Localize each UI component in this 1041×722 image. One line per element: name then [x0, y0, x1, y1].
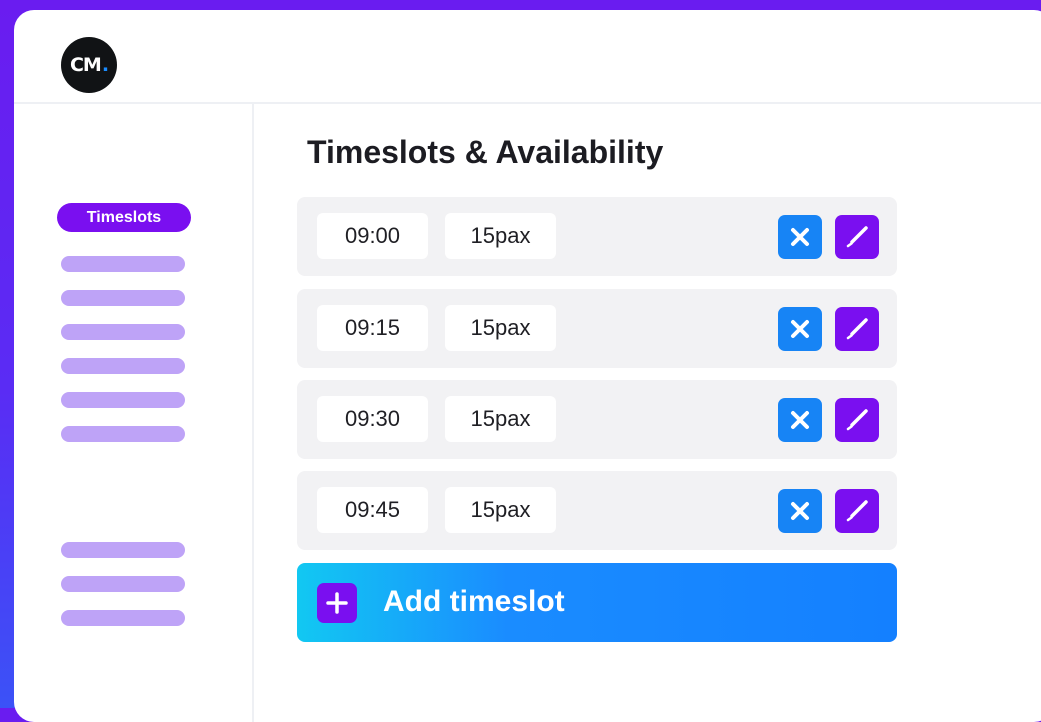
- timeslot-row: 09:30 15pax: [297, 380, 897, 459]
- page-title: Timeslots & Availability: [307, 134, 664, 170]
- sidebar-item-placeholder[interactable]: [61, 324, 185, 340]
- pencil-icon: [846, 318, 868, 340]
- timeslot-time[interactable]: 09:00: [317, 213, 428, 259]
- timeslot-row: 09:15 15pax: [297, 289, 897, 368]
- sidebar-item-placeholder[interactable]: [61, 542, 185, 558]
- sidebar-item-placeholder[interactable]: [61, 576, 185, 592]
- sidebar: Timeslots: [14, 104, 254, 722]
- cm-logo[interactable]: CM.: [61, 37, 117, 93]
- timeslot-row: 09:45 15pax: [297, 471, 897, 550]
- close-icon: [791, 502, 809, 520]
- close-icon: [791, 411, 809, 429]
- timeslot-time[interactable]: 09:30: [317, 396, 428, 442]
- top-bar: CM.: [14, 10, 1041, 104]
- plus-icon: [317, 583, 357, 623]
- timeslot-capacity[interactable]: 15pax: [445, 213, 556, 259]
- edit-timeslot-button[interactable]: [835, 215, 879, 259]
- sidebar-item-timeslots[interactable]: Timeslots: [57, 203, 191, 232]
- logo-dot: .: [101, 54, 109, 76]
- edit-timeslot-button[interactable]: [835, 489, 879, 533]
- delete-timeslot-button[interactable]: [778, 307, 822, 351]
- edit-timeslot-button[interactable]: [835, 307, 879, 351]
- logo-text: CM: [69, 54, 102, 76]
- add-timeslot-button[interactable]: Add timeslot: [297, 563, 897, 642]
- sidebar-item-placeholder[interactable]: [61, 392, 185, 408]
- pencil-icon: [846, 226, 868, 248]
- app-window: CM. Timeslots Timeslots & Availability 0…: [14, 10, 1041, 722]
- sidebar-item-placeholder[interactable]: [61, 610, 185, 626]
- timeslot-time[interactable]: 09:15: [317, 305, 428, 351]
- timeslot-capacity[interactable]: 15pax: [445, 305, 556, 351]
- add-timeslot-label: Add timeslot: [383, 585, 565, 618]
- pencil-icon: [846, 409, 868, 431]
- pencil-icon: [846, 500, 868, 522]
- delete-timeslot-button[interactable]: [778, 489, 822, 533]
- timeslot-row: 09:00 15pax: [297, 197, 897, 276]
- sidebar-item-placeholder[interactable]: [61, 426, 185, 442]
- sidebar-item-placeholder[interactable]: [61, 256, 185, 272]
- delete-timeslot-button[interactable]: [778, 215, 822, 259]
- close-icon: [791, 228, 809, 246]
- sidebar-item-placeholder[interactable]: [61, 290, 185, 306]
- timeslot-time[interactable]: 09:45: [317, 487, 428, 533]
- edit-timeslot-button[interactable]: [835, 398, 879, 442]
- sidebar-item-placeholder[interactable]: [61, 358, 185, 374]
- close-icon: [791, 320, 809, 338]
- timeslot-capacity[interactable]: 15pax: [445, 396, 556, 442]
- timeslot-capacity[interactable]: 15pax: [445, 487, 556, 533]
- delete-timeslot-button[interactable]: [778, 398, 822, 442]
